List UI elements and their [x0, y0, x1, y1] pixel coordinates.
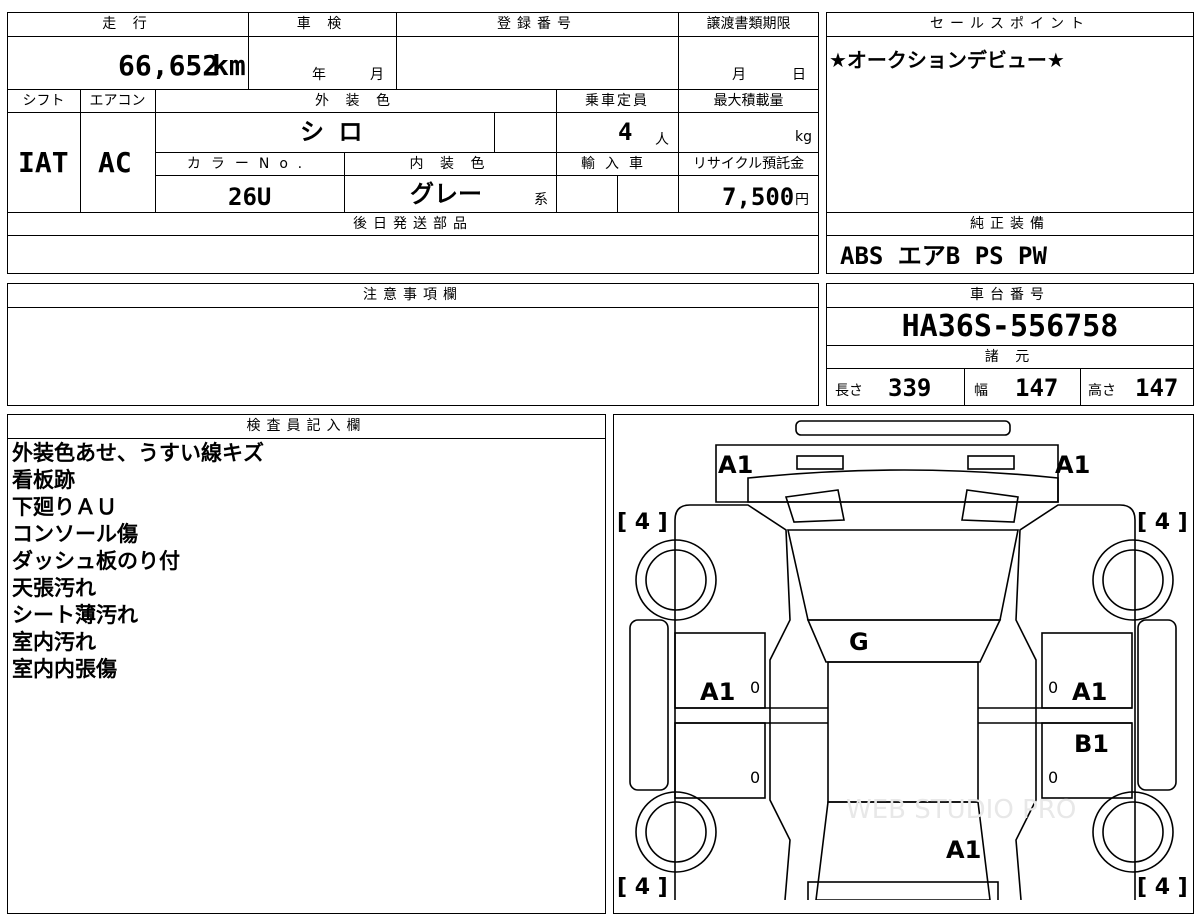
tire-rear-right — [1092, 791, 1174, 873]
mark-tire-tr: [ 4 ] — [1137, 510, 1188, 535]
roof — [827, 661, 979, 803]
mark-front-right: A1 — [1055, 451, 1091, 479]
headlight-right — [967, 455, 1015, 470]
tire-rear-left — [635, 791, 717, 873]
tire-front-left — [635, 539, 717, 621]
roof-front — [806, 619, 1002, 663]
front-bumper — [795, 420, 1011, 436]
mark-right-rear-door: B1 — [1074, 730, 1109, 758]
mark-zero: 0 — [1048, 678, 1059, 697]
skirt-left — [629, 619, 669, 791]
grille-left — [784, 489, 845, 523]
mark-tire-tl: [ 4 ] — [617, 510, 668, 535]
headlight-left — [796, 455, 844, 470]
mark-zero: 0 — [1048, 768, 1059, 787]
cowl — [747, 469, 1059, 503]
mark-tire-br: [ 4 ] — [1137, 875, 1188, 900]
watermark: WEB STUDIO PRO — [846, 795, 1076, 825]
mark-right-front-door: A1 — [1072, 678, 1108, 706]
mark-front-left: A1 — [718, 451, 754, 479]
mark-zero: 0 — [750, 768, 761, 787]
windshield — [787, 529, 1019, 621]
mark-zero: 0 — [750, 678, 761, 697]
mark-windshield: G — [849, 628, 869, 656]
rear-bumper — [807, 881, 999, 900]
skirt-right — [1137, 619, 1177, 791]
grille-right — [961, 489, 1019, 523]
tire-front-right — [1092, 539, 1174, 621]
mark-rear: A1 — [946, 836, 982, 864]
mark-tire-bl: [ 4 ] — [617, 875, 668, 900]
car-diagram: WEB STUDIO PRO — [629, 420, 1177, 900]
mark-left-door: A1 — [700, 678, 736, 706]
